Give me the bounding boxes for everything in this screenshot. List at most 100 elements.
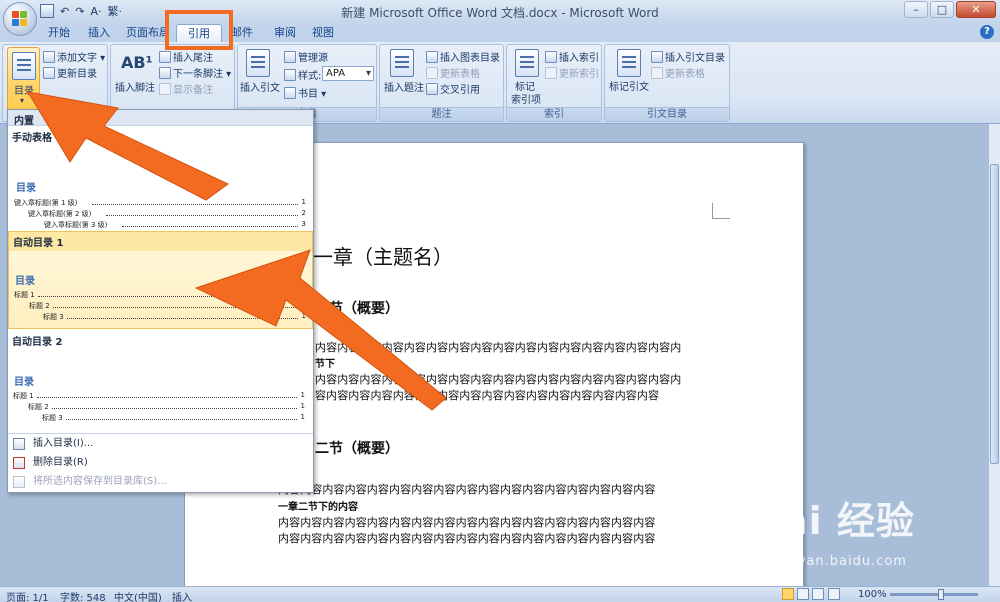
- close-icon[interactable]: ✕: [956, 1, 996, 18]
- auto2-toc-line-1-page: 1: [300, 391, 305, 399]
- update-toc-label: 更新目录: [57, 69, 97, 80]
- style-icon: [284, 69, 296, 81]
- status-words[interactable]: 字数: 548: [60, 589, 106, 602]
- zoom-level[interactable]: 100%: [858, 589, 887, 600]
- maximize-icon[interactable]: □: [930, 1, 954, 18]
- auto1-toc-line-3: 标题 3 1: [43, 312, 306, 321]
- next-footnote-button[interactable]: 下一条脚注 ▾: [159, 65, 231, 80]
- toc-leader-dots: [53, 307, 298, 308]
- body-line-6: 内容内容内容内容内容内容内容内容内容内容内容内容内容内容内容内容内容: [278, 532, 656, 545]
- remove-toc-label: 删除目录(R): [33, 457, 88, 468]
- add-text-button[interactable]: 添加文字 ▾: [43, 49, 105, 64]
- help-icon[interactable]: ?: [980, 25, 994, 39]
- web-layout-icon[interactable]: [812, 588, 825, 600]
- insert-endnote-label: 插入尾注: [173, 53, 213, 64]
- mark-citation-icon: [617, 49, 641, 77]
- remove-toc-menu-item[interactable]: 删除目录(R): [8, 454, 313, 472]
- bibliography-button[interactable]: 书目 ▾: [284, 85, 326, 100]
- tab-insert[interactable]: 插入: [84, 24, 114, 42]
- auto2-toc-line-3: 标题 3 1: [42, 413, 305, 422]
- cross-reference-button[interactable]: 交叉引用: [426, 81, 480, 96]
- gallery-item-auto2[interactable]: 自动目录 2 目录 标题 1 1 标题 2 1 标题 3 1: [8, 331, 313, 431]
- zoom-slider[interactable]: [890, 593, 978, 596]
- toc-leader-dots: [66, 419, 297, 420]
- manual-toc-line-1-page: 1: [301, 198, 306, 206]
- style-select[interactable]: APA ▾: [322, 66, 374, 81]
- scrollbar-thumb[interactable]: [990, 164, 999, 464]
- auto1-toc-line-1-page: 1: [301, 290, 306, 298]
- tab-view[interactable]: 视图: [308, 24, 338, 42]
- update-index-button[interactable]: 更新索引: [545, 65, 599, 80]
- gallery-item-auto1-title: 自动目录 1: [9, 232, 312, 251]
- insert-toa-button[interactable]: 插入引文目录: [651, 49, 725, 64]
- auto2-toc-line-2-page: 1: [300, 402, 305, 410]
- gallery-item-auto1[interactable]: 自动目录 1 目录 标题 1 1 标题 2 1 标题 3 1: [8, 231, 313, 329]
- auto2-toc-line-2: 标题 2 1: [28, 402, 305, 411]
- body-line-4: 内容内容内容内容内容内容内容内容内容内容内容内容内容内容内容内容内容: [278, 483, 656, 496]
- auto1-toc-line-1: 标题 1 1: [14, 290, 306, 299]
- update-toc-button[interactable]: 更新目录: [43, 65, 97, 80]
- manage-sources-button[interactable]: 管理源: [284, 49, 328, 64]
- group-label-captions: 题注: [380, 107, 503, 121]
- add-text-icon: [43, 51, 55, 63]
- save-selection-menu-item[interactable]: 将所选内容保存到目录库(S)...: [8, 473, 313, 491]
- office-button[interactable]: [3, 2, 37, 36]
- insert-toa-label: 插入引文目录: [665, 53, 725, 64]
- toc-leader-dots: [52, 408, 297, 409]
- toc-leader-dots: [106, 215, 298, 216]
- window-controls: – □ ✕: [904, 1, 996, 18]
- insert-footnote-button[interactable]: 插入脚注: [115, 79, 155, 94]
- manual-toc-line-2-text: 键入章标题(第 2 级): [28, 210, 92, 218]
- minimize-icon[interactable]: –: [904, 1, 928, 18]
- toc-leader-dots: [122, 226, 298, 227]
- gallery-header: 内置: [8, 110, 313, 127]
- manual-toc-line-3-text: 键入章标题(第 3 级): [44, 221, 108, 229]
- footnote-icon: AB¹: [121, 53, 153, 72]
- add-text-label: 添加文字: [57, 53, 97, 64]
- watermark-brand: Bai 经验: [752, 499, 915, 543]
- show-notes-label: 显示备注: [173, 85, 213, 96]
- update-toc-icon: [43, 67, 55, 79]
- status-page[interactable]: 页面: 1/1: [6, 589, 49, 602]
- status-language[interactable]: 中文(中国): [114, 589, 162, 602]
- zoom-slider-thumb[interactable]: [938, 589, 944, 600]
- insert-caption-button[interactable]: 插入题注: [384, 79, 424, 94]
- status-mode[interactable]: 插入: [172, 589, 192, 602]
- toc-button-label: 目录: [14, 86, 34, 97]
- title-bar: ↶ ↷ A· 繁· 新建 Microsoft Office Word 文档.do…: [0, 0, 1000, 36]
- mark-entry-label-2: 索引项: [511, 95, 541, 106]
- insert-table-of-figures-button[interactable]: 插入图表目录: [426, 49, 500, 64]
- tab-review[interactable]: 审阅: [270, 24, 300, 42]
- section1-heading: 一节（概要）: [315, 301, 399, 317]
- vertical-scrollbar[interactable]: [988, 124, 1000, 586]
- insert-citation-button[interactable]: 插入引文: [240, 79, 280, 94]
- chevron-down-icon: ▾: [365, 68, 371, 79]
- office-logo-icon: [12, 11, 28, 27]
- style-label: 样式:: [284, 67, 321, 82]
- endnote-icon: [159, 51, 171, 63]
- outline-icon[interactable]: [827, 588, 840, 600]
- insert-toc-menu-item[interactable]: 插入目录(I)...: [8, 435, 313, 453]
- show-notes-button[interactable]: 显示备注: [159, 81, 213, 96]
- auto1-toc-line-3-text: 标题 3: [43, 313, 64, 321]
- manage-sources-icon: [284, 51, 296, 63]
- body-line-5: 内容内容内容内容内容内容内容内容内容内容内容内容内容内容内容内容内容: [278, 516, 656, 529]
- insert-endnote-button[interactable]: 插入尾注: [159, 49, 213, 64]
- style-label-text: 样式:: [298, 71, 322, 82]
- toc-leader-dots: [92, 204, 298, 205]
- insert-caption-icon: [390, 49, 414, 77]
- toc-leader-dots: [37, 397, 297, 398]
- print-layout-icon[interactable]: [782, 588, 794, 600]
- update-index-label: 更新索引: [559, 69, 599, 80]
- update-toa-button[interactable]: 更新表格: [651, 65, 705, 80]
- reading-layout-icon[interactable]: [797, 588, 810, 600]
- manual-toc-line-1: 键入章标题(第 1 级) 1: [14, 198, 306, 207]
- mark-citation-button[interactable]: 标记引文: [609, 78, 649, 93]
- auto1-toc-line-3-page: 1: [301, 312, 306, 320]
- auto2-toc-line-1: 标题 1 1: [13, 391, 305, 400]
- insert-index-button[interactable]: 插入索引: [545, 49, 599, 64]
- tab-home[interactable]: 开始: [44, 24, 74, 42]
- update-table-button[interactable]: 更新表格: [426, 65, 480, 80]
- table-of-figures-icon: [426, 51, 438, 63]
- gallery-item-manual[interactable]: 手动表格 目录 键入章标题(第 1 级) 1 键入章标题(第 2 级) 2 键入章标…: [8, 127, 313, 231]
